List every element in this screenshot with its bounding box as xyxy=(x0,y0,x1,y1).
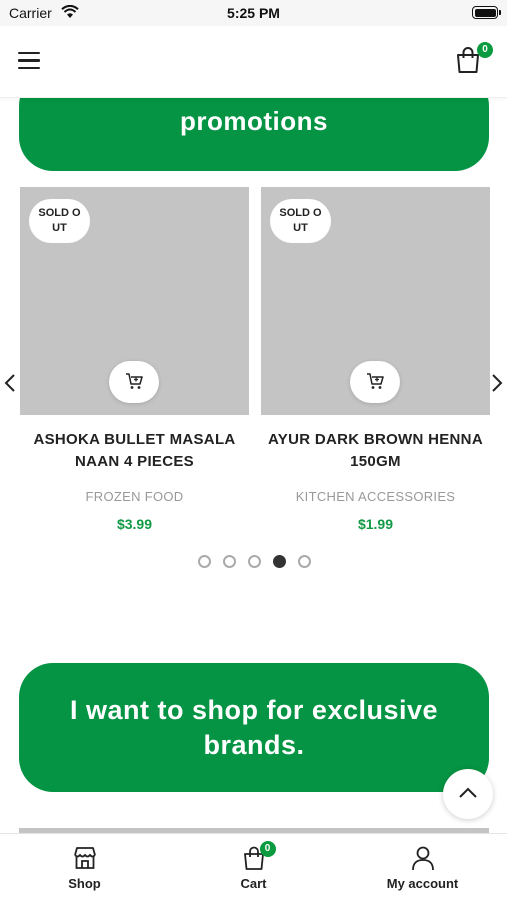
status-time: 5:25 PM xyxy=(227,5,280,21)
store-icon xyxy=(73,847,96,869)
bottom-navigation: Shop 0 Cart My account xyxy=(0,833,507,900)
pager-dot[interactable] xyxy=(198,555,211,568)
chevron-right-icon xyxy=(492,374,503,392)
battery-icon xyxy=(472,6,501,19)
product-card[interactable]: SOLD O UT AYUR DARK BROWN HENNA 150GM KI… xyxy=(261,187,490,532)
chevron-up-icon xyxy=(459,787,477,798)
product-name[interactable]: AYUR DARK BROWN HENNA 150GM xyxy=(261,429,490,473)
cart-icon xyxy=(126,373,143,389)
product-image[interactable]: SOLD O UT xyxy=(20,187,249,415)
app-header: 0 xyxy=(0,26,507,98)
status-bar: Carrier 5:25 PM xyxy=(0,0,507,26)
product-price: $1.99 xyxy=(357,516,394,532)
nav-cart[interactable]: 0 Cart xyxy=(169,834,338,900)
carousel-next-button[interactable] xyxy=(490,373,504,393)
scroll-to-top-button[interactable] xyxy=(443,769,493,819)
promotions-banner-text: promotions xyxy=(180,106,328,136)
exclusive-brands-banner[interactable]: I want to shop for exclusive brands. xyxy=(19,663,489,792)
menu-icon[interactable] xyxy=(18,52,40,70)
product-category[interactable]: FROZEN FOOD xyxy=(20,489,249,504)
nav-my-account[interactable]: My account xyxy=(338,834,507,900)
carousel-pager xyxy=(198,555,311,568)
pager-dot[interactable] xyxy=(223,555,236,568)
pager-dot[interactable] xyxy=(298,555,311,568)
product-card[interactable]: SOLD O UT ASHOKA BULLET MASALA NAAN 4 PI… xyxy=(20,187,249,532)
exclusive-brands-banner-text: I want to shop for exclusive brands. xyxy=(69,695,439,760)
product-category[interactable]: KITCHEN ACCESSORIES xyxy=(261,489,490,504)
chevron-left-icon xyxy=(4,374,15,392)
pager-dot[interactable] xyxy=(248,555,261,568)
sold-out-label: SOLD O UT xyxy=(38,207,81,234)
header-cart-button[interactable]: 0 xyxy=(455,42,493,76)
cart-icon xyxy=(367,373,384,389)
product-image[interactable]: SOLD O UT xyxy=(261,187,490,415)
sold-out-badge: SOLD O UT xyxy=(270,199,331,243)
header-cart-count-badge: 0 xyxy=(477,42,493,58)
sold-out-label: SOLD O UT xyxy=(279,207,322,234)
add-to-cart-button[interactable] xyxy=(350,361,400,403)
carousel-prev-button[interactable] xyxy=(3,373,17,393)
product-name[interactable]: ASHOKA BULLET MASALA NAAN 4 PIECES xyxy=(20,429,249,473)
product-price: $3.99 xyxy=(116,516,153,532)
nav-shop[interactable]: Shop xyxy=(0,834,169,900)
pager-dot[interactable] xyxy=(273,555,286,568)
sold-out-badge: SOLD O UT xyxy=(29,199,90,243)
nav-my-account-label: My account xyxy=(386,876,459,891)
add-to-cart-button[interactable] xyxy=(109,361,159,403)
user-icon xyxy=(411,846,434,871)
nav-shop-label: Shop xyxy=(68,876,101,891)
nav-cart-count-badge: 0 xyxy=(259,841,276,857)
nav-cart-label: Cart xyxy=(240,876,267,891)
